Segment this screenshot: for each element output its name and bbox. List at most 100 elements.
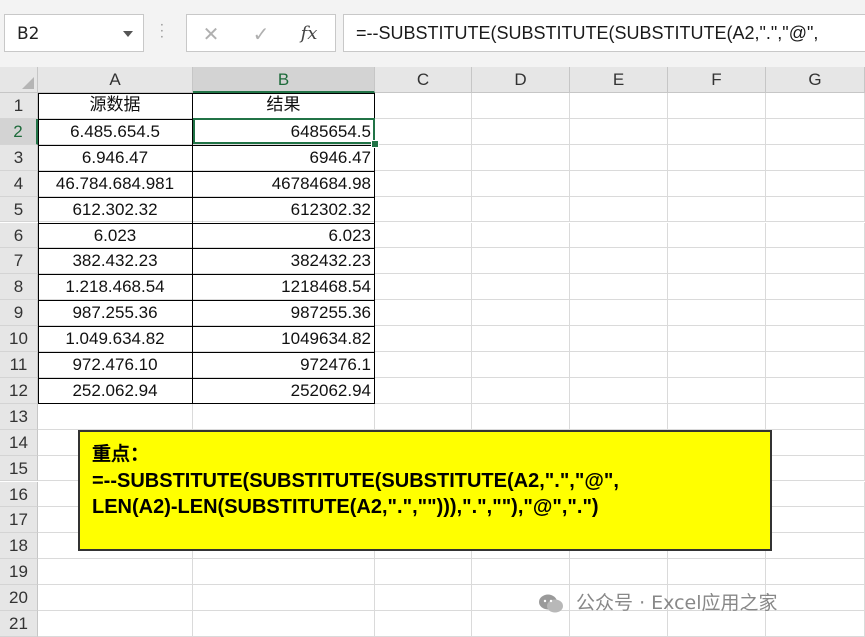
cell-b20[interactable]: [193, 585, 375, 611]
cell-g17[interactable]: [766, 507, 865, 534]
cell-f3[interactable]: [668, 144, 766, 171]
row-header-20[interactable]: 20: [0, 585, 38, 611]
cell-d2[interactable]: [472, 118, 570, 145]
row-header-15[interactable]: 15: [0, 455, 38, 482]
row-header-16[interactable]: 16: [0, 481, 38, 508]
cell-g7[interactable]: [766, 248, 865, 275]
enter-icon[interactable]: ✓: [249, 22, 273, 46]
cell-c20[interactable]: [375, 585, 472, 611]
cell-f12[interactable]: [668, 377, 766, 404]
row-header-2[interactable]: 2: [0, 118, 38, 145]
cell-a12[interactable]: 252.062.94: [38, 377, 193, 404]
cell-b11[interactable]: 972476.1: [193, 352, 375, 378]
cell-c4[interactable]: [375, 170, 472, 197]
cell-f6[interactable]: [668, 222, 766, 249]
cell-d4[interactable]: [472, 170, 570, 197]
cell-g9[interactable]: [766, 300, 865, 327]
cell-e5[interactable]: [570, 196, 668, 223]
cell-a11[interactable]: 972.476.10: [38, 352, 193, 378]
cell-d8[interactable]: [472, 274, 570, 301]
cancel-icon[interactable]: ✕: [199, 22, 223, 46]
cell-f19[interactable]: [668, 559, 766, 586]
fill-handle[interactable]: [371, 140, 379, 148]
cell-e7[interactable]: [570, 248, 668, 275]
cell-e1[interactable]: [570, 93, 668, 119]
row-header-12[interactable]: 12: [0, 377, 38, 404]
cell-g13[interactable]: [766, 403, 865, 430]
cell-e10[interactable]: [570, 326, 668, 352]
cell-g12[interactable]: [766, 377, 865, 404]
cell-d10[interactable]: [472, 326, 570, 352]
select-all-button[interactable]: [0, 67, 38, 93]
cell-g21[interactable]: [766, 611, 865, 637]
cell-g10[interactable]: [766, 326, 865, 352]
cell-g11[interactable]: [766, 352, 865, 378]
insert-function-icon[interactable]: fx: [297, 22, 321, 46]
column-header-f[interactable]: F: [668, 67, 766, 93]
row-header-17[interactable]: 17: [0, 507, 38, 534]
cell-c11[interactable]: [375, 352, 472, 378]
cell-c21[interactable]: [375, 611, 472, 637]
cell-f10[interactable]: [668, 326, 766, 352]
column-header-b[interactable]: B: [193, 67, 375, 93]
column-header-d[interactable]: D: [472, 67, 570, 93]
column-header-g[interactable]: G: [766, 67, 865, 93]
cell-a21[interactable]: [38, 611, 193, 637]
cell-d13[interactable]: [472, 403, 570, 430]
row-header-21[interactable]: 21: [0, 611, 38, 637]
cell-g18[interactable]: [766, 533, 865, 560]
cell-e12[interactable]: [570, 377, 668, 404]
name-box[interactable]: B2: [4, 14, 144, 52]
cell-a7[interactable]: 382.432.23: [38, 248, 193, 275]
cell-a6[interactable]: 6.023: [38, 222, 193, 249]
cell-f2[interactable]: [668, 118, 766, 145]
cell-c9[interactable]: [375, 300, 472, 327]
column-header-e[interactable]: E: [570, 67, 668, 93]
row-header-7[interactable]: 7: [0, 248, 38, 275]
cell-b8[interactable]: 1218468.54: [193, 274, 375, 301]
cell-b13[interactable]: [193, 403, 375, 430]
row-header-19[interactable]: 19: [0, 559, 38, 586]
cell-f4[interactable]: [668, 170, 766, 197]
cell-f1[interactable]: [668, 93, 766, 119]
cell-b12[interactable]: 252062.94: [193, 377, 375, 404]
cell-c8[interactable]: [375, 274, 472, 301]
cell-e6[interactable]: [570, 222, 668, 249]
row-header-14[interactable]: 14: [0, 429, 38, 456]
cell-a8[interactable]: 1.218.468.54: [38, 274, 193, 301]
cell-d19[interactable]: [472, 559, 570, 586]
cell-a9[interactable]: 987.255.36: [38, 300, 193, 327]
row-header-9[interactable]: 9: [0, 300, 38, 327]
cell-g2[interactable]: [766, 118, 865, 145]
cell-a4[interactable]: 46.784.684.981: [38, 170, 193, 197]
cell-e3[interactable]: [570, 144, 668, 171]
row-header-6[interactable]: 6: [0, 222, 38, 249]
row-header-4[interactable]: 4: [0, 170, 38, 197]
cell-a2[interactable]: 6.485.654.5: [38, 118, 193, 145]
row-header-13[interactable]: 13: [0, 403, 38, 430]
cell-b6[interactable]: 6.023: [193, 222, 375, 249]
cell-c10[interactable]: [375, 326, 472, 352]
cell-g20[interactable]: [766, 585, 865, 611]
cell-d12[interactable]: [472, 377, 570, 404]
cell-c12[interactable]: [375, 377, 472, 404]
cell-a19[interactable]: [38, 559, 193, 586]
cell-c6[interactable]: [375, 222, 472, 249]
chevron-down-icon[interactable]: [123, 31, 133, 37]
row-header-3[interactable]: 3: [0, 144, 38, 171]
cell-d11[interactable]: [472, 352, 570, 378]
cell-a20[interactable]: [38, 585, 193, 611]
cell-g6[interactable]: [766, 222, 865, 249]
cell-b3[interactable]: 6946.47: [193, 144, 375, 171]
cell-g1[interactable]: [766, 93, 865, 119]
row-header-18[interactable]: 18: [0, 533, 38, 560]
cell-d7[interactable]: [472, 248, 570, 275]
row-header-10[interactable]: 10: [0, 326, 38, 352]
cell-c2[interactable]: [375, 118, 472, 145]
cell-b7[interactable]: 382432.23: [193, 248, 375, 275]
cell-f9[interactable]: [668, 300, 766, 327]
row-header-1[interactable]: 1: [0, 93, 38, 119]
cell-f7[interactable]: [668, 248, 766, 275]
cell-d3[interactable]: [472, 144, 570, 171]
cell-d6[interactable]: [472, 222, 570, 249]
